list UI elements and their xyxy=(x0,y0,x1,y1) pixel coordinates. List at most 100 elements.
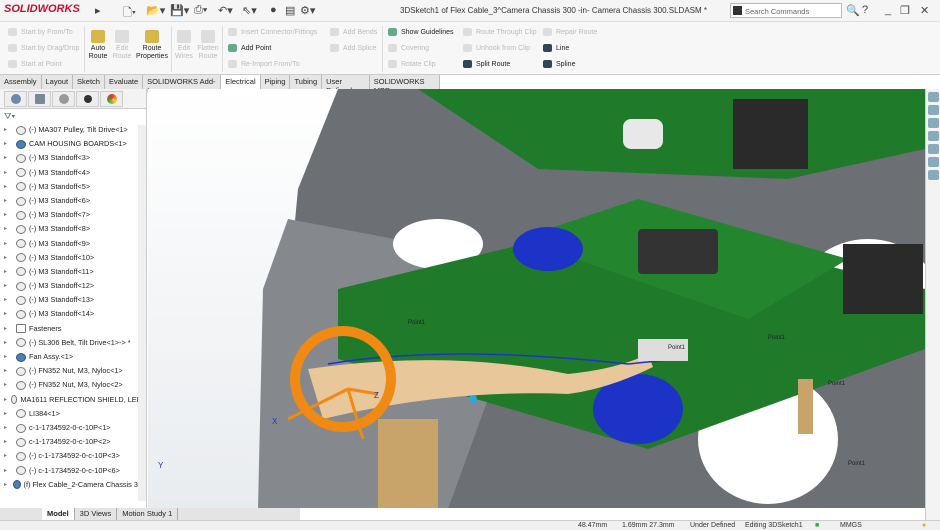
expand-arrow-icon[interactable]: ▸ xyxy=(4,336,16,350)
expand-arrow-icon[interactable]: ▸ xyxy=(4,478,13,492)
repair-route-button[interactable]: Repair Route xyxy=(543,28,597,36)
expand-menu-icon[interactable]: ▸ xyxy=(95,4,101,17)
start-by-drag-drop-button[interactable]: Start by Drag/Drop xyxy=(8,44,79,52)
search-commands-input[interactable]: Search Commands xyxy=(730,3,842,18)
tab-electrical[interactable]: Electrical xyxy=(221,75,261,89)
tree-item[interactable]: ▸ (-) M3 Standoff<12> xyxy=(4,279,146,293)
tree-item[interactable]: ▸ (-) M3 Standoff<3> xyxy=(4,151,146,165)
tab-dimxpert-manager[interactable] xyxy=(76,91,99,107)
tree-item[interactable]: ▸ Fasteners xyxy=(4,322,146,336)
expand-arrow-icon[interactable]: ▸ xyxy=(4,279,16,293)
rebuild-status-icon[interactable]: ■ xyxy=(815,522,819,529)
resources-icon[interactable] xyxy=(928,105,939,115)
tree-item[interactable]: ▸ Fan Assy.<1> xyxy=(4,350,146,364)
expand-arrow-icon[interactable]: ▸ xyxy=(4,393,11,407)
tab-user-defined[interactable]: User Defined xyxy=(322,75,370,95)
tab-feature-manager[interactable] xyxy=(4,91,27,107)
tree-item[interactable]: ▸ (-) c-1-1734592-0-c-10P<6> xyxy=(4,464,146,478)
undo-icon[interactable]: ↶▾ xyxy=(218,4,233,17)
tab-sketch[interactable]: Sketch xyxy=(73,75,105,89)
tree-item[interactable]: ▸ (-) M3 Standoff<13> xyxy=(4,293,146,307)
rebuild-icon[interactable]: ● xyxy=(270,4,277,16)
tree-item[interactable]: ▸ (-) M3 Standoff<14> xyxy=(4,307,146,321)
view-palette-icon[interactable] xyxy=(928,144,939,154)
bottom-tab-motion-study-1[interactable]: Motion Study 1 xyxy=(117,508,179,520)
expand-arrow-icon[interactable]: ▸ xyxy=(4,194,16,208)
tab-display-manager[interactable] xyxy=(100,91,123,107)
expand-arrow-icon[interactable]: ▸ xyxy=(4,166,16,180)
expand-arrow-icon[interactable]: ▸ xyxy=(4,364,16,378)
route-properties-button[interactable]: Route Properties xyxy=(136,30,168,61)
bottom-tab-3d-views[interactable]: 3D Views xyxy=(75,508,118,520)
graphics-viewport[interactable]: Point1 Point1 Point1 Point1 Point1 X Z Y xyxy=(148,89,925,508)
edit-route-button[interactable]: Edit Route xyxy=(112,30,132,61)
expand-arrow-icon[interactable]: ▸ xyxy=(4,208,16,222)
tree-item[interactable]: ▸ (-) M3 Standoff<8> xyxy=(4,222,146,236)
tab-evaluate[interactable]: Evaluate xyxy=(105,75,144,89)
tree-item[interactable]: ▸ (-) FN352 Nut, M3, Nyloc<2> xyxy=(4,378,146,392)
tree-item[interactable]: ▸ (-) FN352 Nut, M3, Nyloc<1> xyxy=(4,364,146,378)
tree-item[interactable]: ▸ (-) MA307 Pulley, Tilt Drive<1> xyxy=(4,123,146,137)
expand-arrow-icon[interactable]: ▸ xyxy=(4,237,16,251)
auto-route-button[interactable]: Auto Route xyxy=(88,30,108,61)
tab-piping[interactable]: Piping xyxy=(261,75,291,89)
tree-item[interactable]: ▸ (-) M3 Standoff<9> xyxy=(4,237,146,251)
home-icon[interactable] xyxy=(928,92,939,102)
tree-item[interactable]: ▸ c-1-1734592-0-c-10P<2> xyxy=(4,435,146,449)
flatten-route-button[interactable]: Flatten Route xyxy=(197,30,219,61)
expand-arrow-icon[interactable]: ▸ xyxy=(4,251,16,265)
tree-item[interactable]: ▸ (-) M3 Standoff<5> xyxy=(4,180,146,194)
search-magnifier-icon[interactable]: 🔍 xyxy=(846,4,860,17)
tab-tubing[interactable]: Tubing xyxy=(290,75,323,89)
tab-solidworks-add-ins[interactable]: SOLIDWORKS Add-Ins xyxy=(143,75,222,95)
expand-arrow-icon[interactable]: ▸ xyxy=(4,407,16,421)
expand-arrow-icon[interactable]: ▸ xyxy=(4,449,16,463)
print-icon[interactable]: ⎙▾ xyxy=(194,4,207,17)
appearances-icon[interactable] xyxy=(928,157,939,167)
custom-properties-icon[interactable] xyxy=(928,170,939,180)
tree-item[interactable]: ▸ (-) M3 Standoff<10> xyxy=(4,251,146,265)
add-splice-button[interactable]: Add Splice xyxy=(330,44,376,52)
expand-arrow-icon[interactable]: ▸ xyxy=(4,293,16,307)
expand-arrow-icon[interactable]: ▸ xyxy=(4,322,16,336)
save-icon[interactable]: 💾▾ xyxy=(170,4,189,17)
start-by-from-to-button[interactable]: Start by From/To xyxy=(8,28,73,36)
design-library-icon[interactable] xyxy=(928,118,939,128)
show-guidelines-button[interactable]: Show Guidelines xyxy=(388,28,454,36)
tab-solidworks-mbd[interactable]: SOLIDWORKS MBD xyxy=(370,75,440,95)
tree-scrollbar[interactable] xyxy=(138,125,146,501)
tab-assembly[interactable]: Assembly xyxy=(0,75,42,89)
file-explorer-icon[interactable] xyxy=(928,131,939,141)
tree-item[interactable]: ▸ (f) Flex Cable_2-Camera Chassis 300 xyxy=(4,478,146,492)
tree-item[interactable]: ▸ c-1-1734592-0-c-10P<1> xyxy=(4,421,146,435)
tree-item[interactable]: ▸ LI384<1> xyxy=(4,407,146,421)
expand-arrow-icon[interactable]: ▸ xyxy=(4,378,16,392)
add-bends-button[interactable]: Add Bends xyxy=(330,28,377,36)
expand-arrow-icon[interactable]: ▸ xyxy=(4,123,16,137)
expand-arrow-icon[interactable]: ▸ xyxy=(4,464,16,478)
solidworks-logo[interactable]: SOLIDWORKS xyxy=(4,3,80,15)
units-selector[interactable]: MMGS xyxy=(840,522,862,529)
split-route-button[interactable]: Split Route xyxy=(463,60,510,68)
reimport-from-to-button[interactable]: Re-Import From/To xyxy=(228,60,300,68)
expand-arrow-icon[interactable]: ▸ xyxy=(4,421,16,435)
tree-item[interactable]: ▸ (-) M3 Standoff<7> xyxy=(4,208,146,222)
tab-configuration-manager[interactable] xyxy=(52,91,75,107)
line-button[interactable]: Line xyxy=(543,44,569,52)
expand-arrow-icon[interactable]: ▸ xyxy=(4,307,16,321)
expand-arrow-icon[interactable]: ▸ xyxy=(4,137,16,151)
tree-item[interactable]: ▸ (-) SL306 Belt, Tilt Drive<1>-> * xyxy=(4,336,146,350)
expand-arrow-icon[interactable]: ▸ xyxy=(4,151,16,165)
insert-connector-button[interactable]: Insert Connector/Fittings xyxy=(228,28,317,36)
expand-arrow-icon[interactable]: ▸ xyxy=(4,435,16,449)
close-icon[interactable]: ✕ xyxy=(920,4,929,17)
tree-item[interactable]: ▸ (-) c-1-1734592-0-c-10P<3> xyxy=(4,449,146,463)
bottom-tab-model[interactable]: Model xyxy=(42,508,75,520)
covering-button[interactable]: Covering xyxy=(388,44,429,52)
minimize-icon[interactable]: _ xyxy=(885,4,891,16)
start-at-point-button[interactable]: Start at Point xyxy=(8,60,61,68)
status-info-icon[interactable]: ● xyxy=(922,522,926,529)
select-icon[interactable]: ⇖▾ xyxy=(242,4,257,17)
tab-layout[interactable]: Layout xyxy=(42,75,74,89)
spline-button[interactable]: Spline xyxy=(543,60,575,68)
